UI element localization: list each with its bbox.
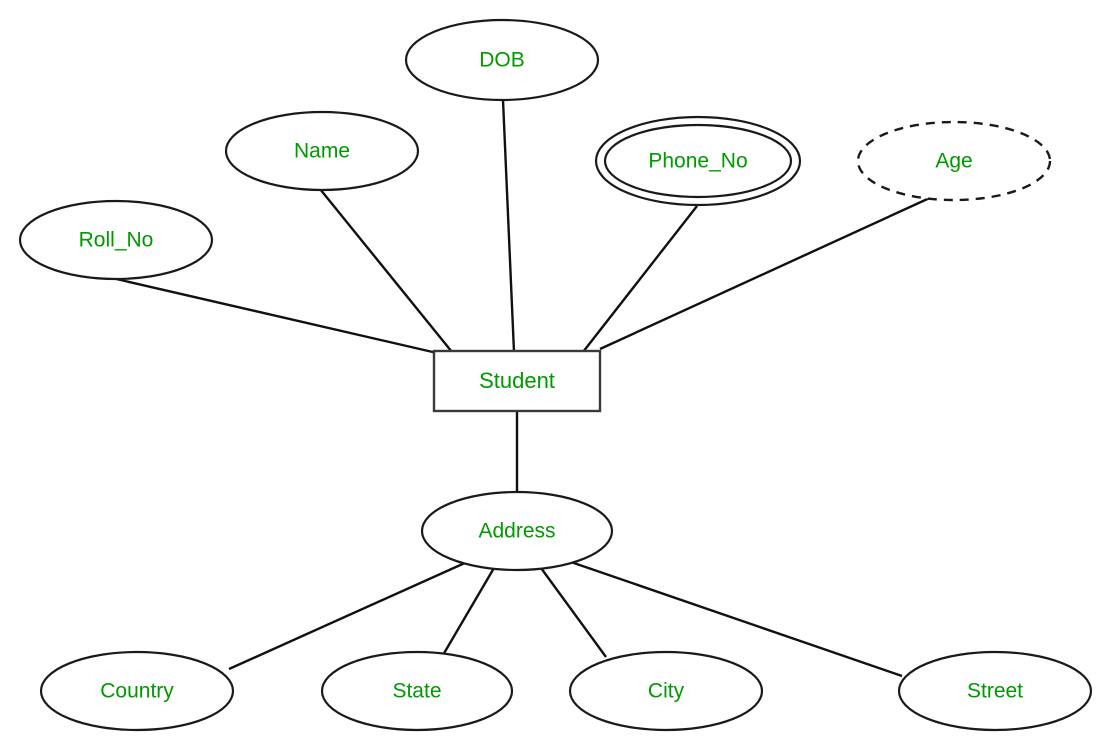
node-state[interactable]: State	[320, 650, 514, 732]
age-label: Age	[935, 150, 972, 173]
edge-age-student	[599, 194, 935, 351]
edge-address-state	[441, 567, 496, 656]
edge-name-student	[319, 188, 453, 353]
node-roll-no[interactable]: Roll_No	[18, 199, 214, 281]
country-label: Country	[100, 680, 174, 703]
edge-rollno-student	[111, 276, 438, 355]
node-city[interactable]: City	[568, 650, 764, 732]
node-student[interactable]: Student	[432, 349, 602, 413]
er-diagram-canvas: DOB Name Phone_No Age Roll_No Student Ad…	[0, 0, 1112, 753]
dob-label: DOB	[479, 49, 525, 72]
node-phone-no[interactable]: Phone_No	[594, 115, 802, 207]
roll-no-label: Roll_No	[79, 229, 154, 252]
er-diagram-svg: DOB Name Phone_No Age Roll_No Student Ad…	[18, 18, 1093, 732]
edge-dob-student	[501, 99, 516, 353]
state-label: State	[392, 680, 441, 703]
phone-no-label: Phone_No	[648, 150, 747, 173]
address-label: Address	[478, 520, 555, 543]
edge-address-city	[540, 567, 607, 658]
node-dob[interactable]: DOB	[404, 18, 600, 102]
name-label: Name	[294, 140, 350, 163]
city-label: City	[648, 680, 685, 703]
street-label: Street	[967, 680, 1023, 703]
node-address[interactable]: Address	[420, 490, 614, 572]
student-label: Student	[479, 368, 555, 393]
node-country[interactable]: Country	[39, 650, 235, 732]
node-name[interactable]: Name	[224, 110, 420, 192]
node-street[interactable]: Street	[897, 650, 1093, 732]
node-age[interactable]: Age	[856, 120, 1052, 202]
